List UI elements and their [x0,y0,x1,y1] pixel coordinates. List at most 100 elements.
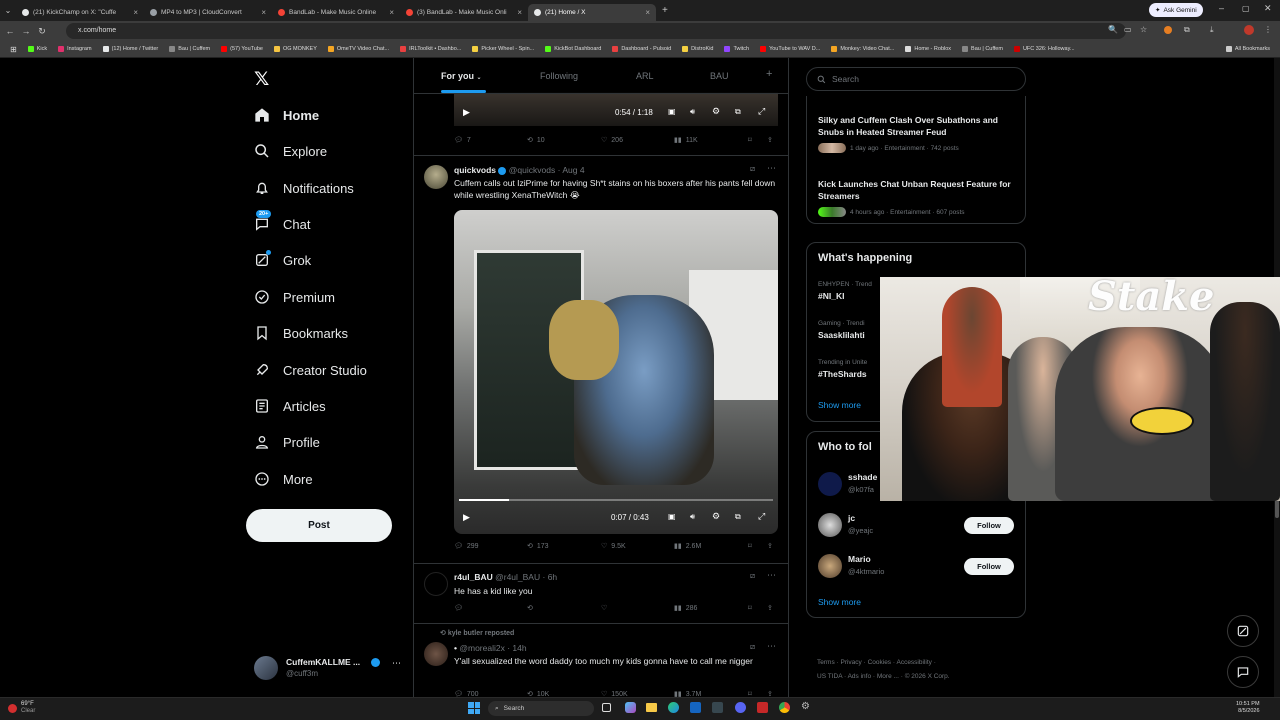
footer-link[interactable]: Accessibility [896,659,931,666]
footer-link[interactable]: Privacy [840,659,861,666]
browser-tab[interactable]: (21) KickChamp on X: "Cuffe × [16,4,144,21]
footer-link[interactable]: Cookies [868,659,891,666]
follow-button[interactable]: Follow [964,558,1014,575]
grok-tweet-icon[interactable]: ⧄ [750,642,755,652]
views-button[interactable]: ▮▮ 286 [674,604,697,613]
captions-icon[interactable]: ▣ [668,512,676,521]
discord-icon[interactable] [735,702,746,713]
bookmark[interactable]: Monkey: Video Chat... [831,46,894,52]
tweet-date[interactable]: · 6h [543,572,558,582]
maximize-icon[interactable]: ▢ [1242,4,1250,13]
forward-icon[interactable]: → [20,26,32,36]
bookmark[interactable]: Kick [27,46,47,52]
extension-icon[interactable] [1164,26,1172,34]
bookmark[interactable]: (12) Home / Twitter [102,46,158,52]
repost-button[interactable]: ⟲ 173 [527,542,549,551]
bookmark[interactable]: Instagram [58,46,92,52]
share-button[interactable]: ⇪ [767,136,773,144]
bookmark[interactable]: OmeTV Video Chat... [327,46,389,52]
captions-icon[interactable]: ▣ [668,107,676,116]
apps-icon[interactable]: ⊞ [10,45,17,54]
browser-tab-active[interactable]: (21) Home / X × [528,4,656,21]
like-button[interactable]: ♡ [601,604,607,612]
more-dots-icon[interactable]: ⋯ [767,641,776,652]
start-button[interactable] [468,702,480,714]
nav-premium[interactable]: Premium [254,289,335,305]
browser-tab[interactable]: MP4 to MP3 | CloudConvert × [144,4,272,21]
taskbar-search[interactable]: ⌕ Search [488,701,594,716]
grok-tweet-icon[interactable]: ⧄ [750,164,755,174]
close-tab-icon[interactable]: × [133,8,138,17]
nav-grok[interactable]: Grok [254,250,311,268]
footer-link[interactable]: Ads info [848,673,872,680]
reload-icon[interactable]: ↻ [36,26,48,37]
zoom-icon[interactable]: 🔍 [1108,25,1118,34]
close-tab-icon[interactable]: × [645,8,650,17]
ask-gemini-button[interactable]: ✦ Ask Gemini [1149,3,1203,17]
volume-icon[interactable]: 🔊︎ [690,512,695,522]
taskbar-app-icon[interactable] [712,702,723,713]
account-switcher[interactable]: CuffemKALLME ... @cuff3m ⋯ [254,656,404,684]
trend-item[interactable]: ENHYPEN · Trend #NI_KI [818,281,872,301]
tweet-date[interactable]: · Aug 4 [558,165,585,175]
grok-tweet-icon[interactable]: ⧄ [750,571,755,581]
news-item[interactable]: Silky and Cuffem Clash Over Subathons an… [818,114,1018,153]
more-dots-icon[interactable]: ⋯ [767,163,776,174]
bookmark[interactable]: Bau | Cuffem [169,46,210,52]
bookmark[interactable]: Bau | Cuffem [962,46,1003,52]
show-more-link[interactable]: Show more [818,597,861,607]
trend-item[interactable]: Gaming · Trendi Saasklilahti [818,320,865,340]
bookmark[interactable]: Picker Wheel - Spin... [472,46,534,52]
footer-link[interactable]: Terms [817,659,835,666]
bookmark[interactable]: YouTube to WAV D... [760,46,820,52]
bookmark[interactable]: Dashboard - Pulsoid [612,46,671,52]
close-window-icon[interactable]: ✕ [1264,3,1272,14]
bookmark[interactable]: UFC 326: Holloway... [1013,46,1075,52]
all-bookmarks[interactable]: All Bookmarks [1225,46,1270,52]
repost-button[interactable]: ⟲ [527,604,533,612]
video-progress-track[interactable] [459,499,773,501]
repost-button[interactable]: ⟲ 10 [527,136,545,145]
trend-item[interactable]: Trending in Unite #TheShards [818,359,867,379]
weather-widget[interactable]: 69°F Clear [8,701,35,715]
author-name[interactable]: quickvods [454,165,496,175]
clock[interactable]: 10:51 PM 8/5/2026 [1236,701,1260,715]
star-icon[interactable]: ☆ [1140,25,1147,34]
follow-suggestion[interactable]: Mario @4ktmario Follow [807,550,1025,584]
tab-search-icon[interactable]: ⌄ [0,6,16,15]
bookmark[interactable]: Twitch [724,46,749,52]
nav-articles[interactable]: Articles [254,398,326,414]
share-button[interactable]: ⇪ [767,542,773,550]
menu-icon[interactable]: ⋮ [1264,25,1272,34]
more-dots-icon[interactable]: ⋯ [392,658,401,669]
browser-tab[interactable]: BandLab - Make Music Online × [272,4,400,21]
like-button[interactable]: ♡ 206 [601,136,623,145]
author-handle[interactable]: @r4ul_BAU [495,572,540,582]
nav-creator-studio[interactable]: Creator Studio [254,362,367,378]
bookmark-button[interactable]: ⌑ [748,542,752,550]
close-tab-icon[interactable]: × [517,8,522,17]
new-tab-icon[interactable]: + [662,5,668,16]
settings-icon[interactable]: ⚙ [712,511,720,522]
settings-icon[interactable]: ⚙ [712,106,720,117]
taskbar-app-icon[interactable] [625,702,636,713]
video-player[interactable]: ▶ 0:07 / 0:43 ▣ 🔊︎ ⚙ ⧉ ⤢ [454,210,778,534]
nav-explore[interactable]: Explore [254,143,327,159]
bookmark[interactable]: KickBot Dashboard [545,46,601,52]
chrome-icon[interactable] [779,702,790,713]
pip-icon[interactable]: ⧉ [735,512,741,522]
x-logo-icon[interactable]: 𝕏 [254,68,269,91]
bookmark[interactable]: Home - Roblox [905,46,951,52]
edge-icon[interactable] [668,702,679,713]
tweet[interactable]: quickvods @quickvods · Aug 4 ⧄ ⋯ Cuffem … [414,156,788,564]
avatar[interactable] [424,642,448,666]
author-name[interactable]: • [454,643,457,653]
browser-tab[interactable]: (3) BandLab - Make Music Onli × [400,4,528,21]
download-icon[interactable]: ⤓ [1210,25,1214,35]
like-button[interactable]: ♡ 9.5K [601,542,626,551]
nav-more[interactable]: More [254,471,313,487]
show-more-link[interactable]: Show more [818,400,861,410]
nav-notifications[interactable]: Notifications [254,180,354,196]
nav-profile[interactable]: Profile [254,434,320,450]
grok-floating-button[interactable] [1227,615,1259,647]
